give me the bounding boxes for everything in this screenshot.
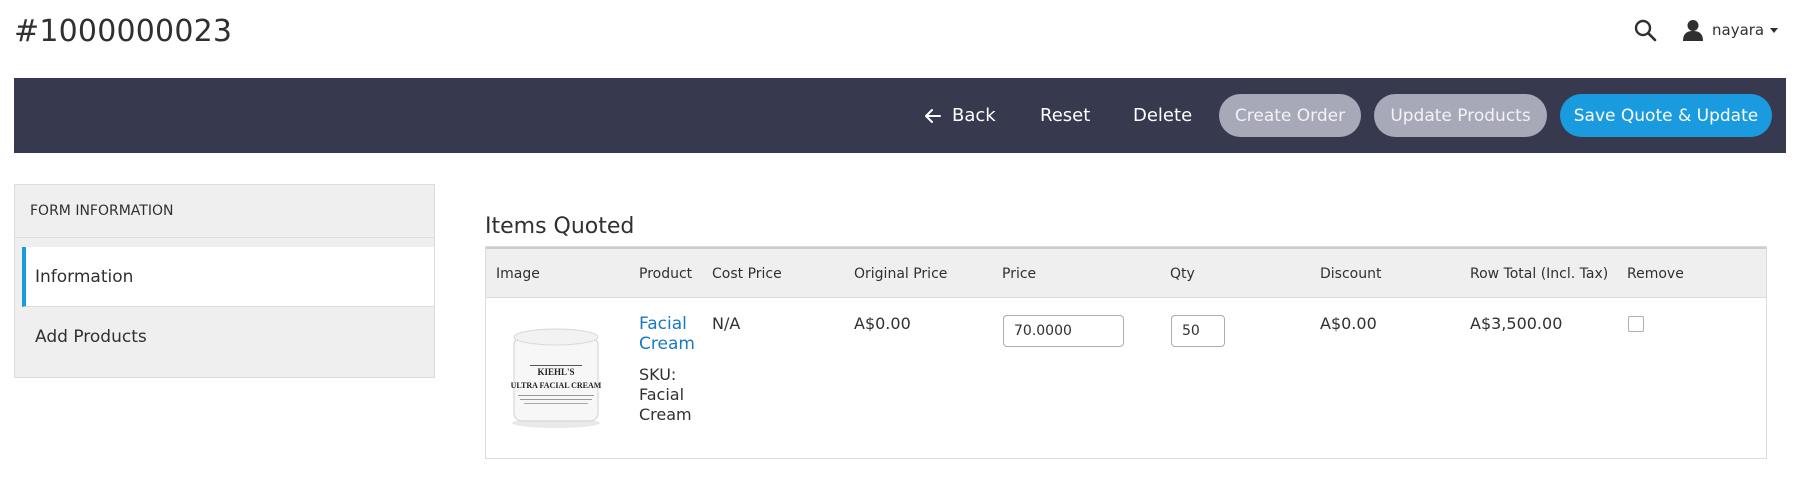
remove-checkbox[interactable] — [1628, 316, 1644, 332]
column-header-row-total: Row Total (Incl. Tax) — [1470, 266, 1609, 282]
discount-cell: A$0.00 — [1320, 314, 1377, 333]
column-header-remove: Remove — [1627, 266, 1684, 282]
column-header-discount: Discount — [1320, 266, 1382, 282]
qty-input[interactable] — [1171, 315, 1225, 347]
price-input[interactable] — [1003, 315, 1124, 347]
original-price-cell: A$0.00 — [854, 314, 911, 333]
cost-price-cell: N/A — [712, 314, 741, 333]
table-header: Image Product Cost Price Original Price … — [486, 247, 1766, 298]
action-bar: Back Reset Delete Create Order Update Pr… — [14, 78, 1786, 153]
username: nayara — [1712, 21, 1765, 39]
back-button-label: Back — [952, 105, 996, 126]
reset-button[interactable]: Reset — [1040, 78, 1090, 153]
column-header-price: Price — [1002, 266, 1037, 282]
search-icon[interactable] — [1633, 18, 1657, 42]
sidebar-item-add-products[interactable]: Add Products — [22, 307, 434, 367]
back-button[interactable]: Back — [925, 78, 996, 153]
delete-button[interactable]: Delete — [1133, 78, 1192, 153]
row-total-cell: A$3,500.00 — [1470, 314, 1563, 333]
product-image-label: ULTRA FACIAL CREAM — [511, 381, 602, 390]
save-quote-update-button[interactable]: Save Quote & Update — [1560, 94, 1772, 137]
product-sku: SKU: Facial Cream — [639, 365, 692, 424]
items-quoted-table: Image Product Cost Price Original Price … — [485, 246, 1767, 459]
column-header-image: Image — [496, 266, 540, 282]
column-header-product: Product — [639, 266, 693, 282]
product-image: KIEHL'S ULTRA FACIAL CREAM — [511, 328, 602, 428]
column-header-qty: Qty — [1170, 266, 1195, 282]
user-menu[interactable]: nayara — [1682, 18, 1779, 42]
product-image-brand: KIEHL'S — [537, 367, 574, 377]
section-title: Items Quoted — [485, 214, 635, 239]
arrow-left-icon — [925, 108, 941, 123]
page-header: #1000000023 nayara — [0, 0, 1799, 78]
user-icon — [1683, 20, 1703, 41]
column-header-cost-price: Cost Price — [712, 266, 782, 282]
sidebar: FORM INFORMATION Information Add Product… — [14, 184, 435, 378]
sidebar-item-information[interactable]: Information — [22, 247, 434, 307]
page-title: #1000000023 — [14, 14, 233, 49]
chevron-down-icon — [1770, 27, 1779, 33]
column-header-original-price: Original Price — [854, 266, 948, 282]
update-products-button[interactable]: Update Products — [1374, 94, 1547, 137]
create-order-button[interactable]: Create Order — [1219, 94, 1361, 137]
sidebar-heading: FORM INFORMATION — [15, 185, 434, 238]
product-link[interactable]: Facial Cream — [639, 314, 699, 354]
